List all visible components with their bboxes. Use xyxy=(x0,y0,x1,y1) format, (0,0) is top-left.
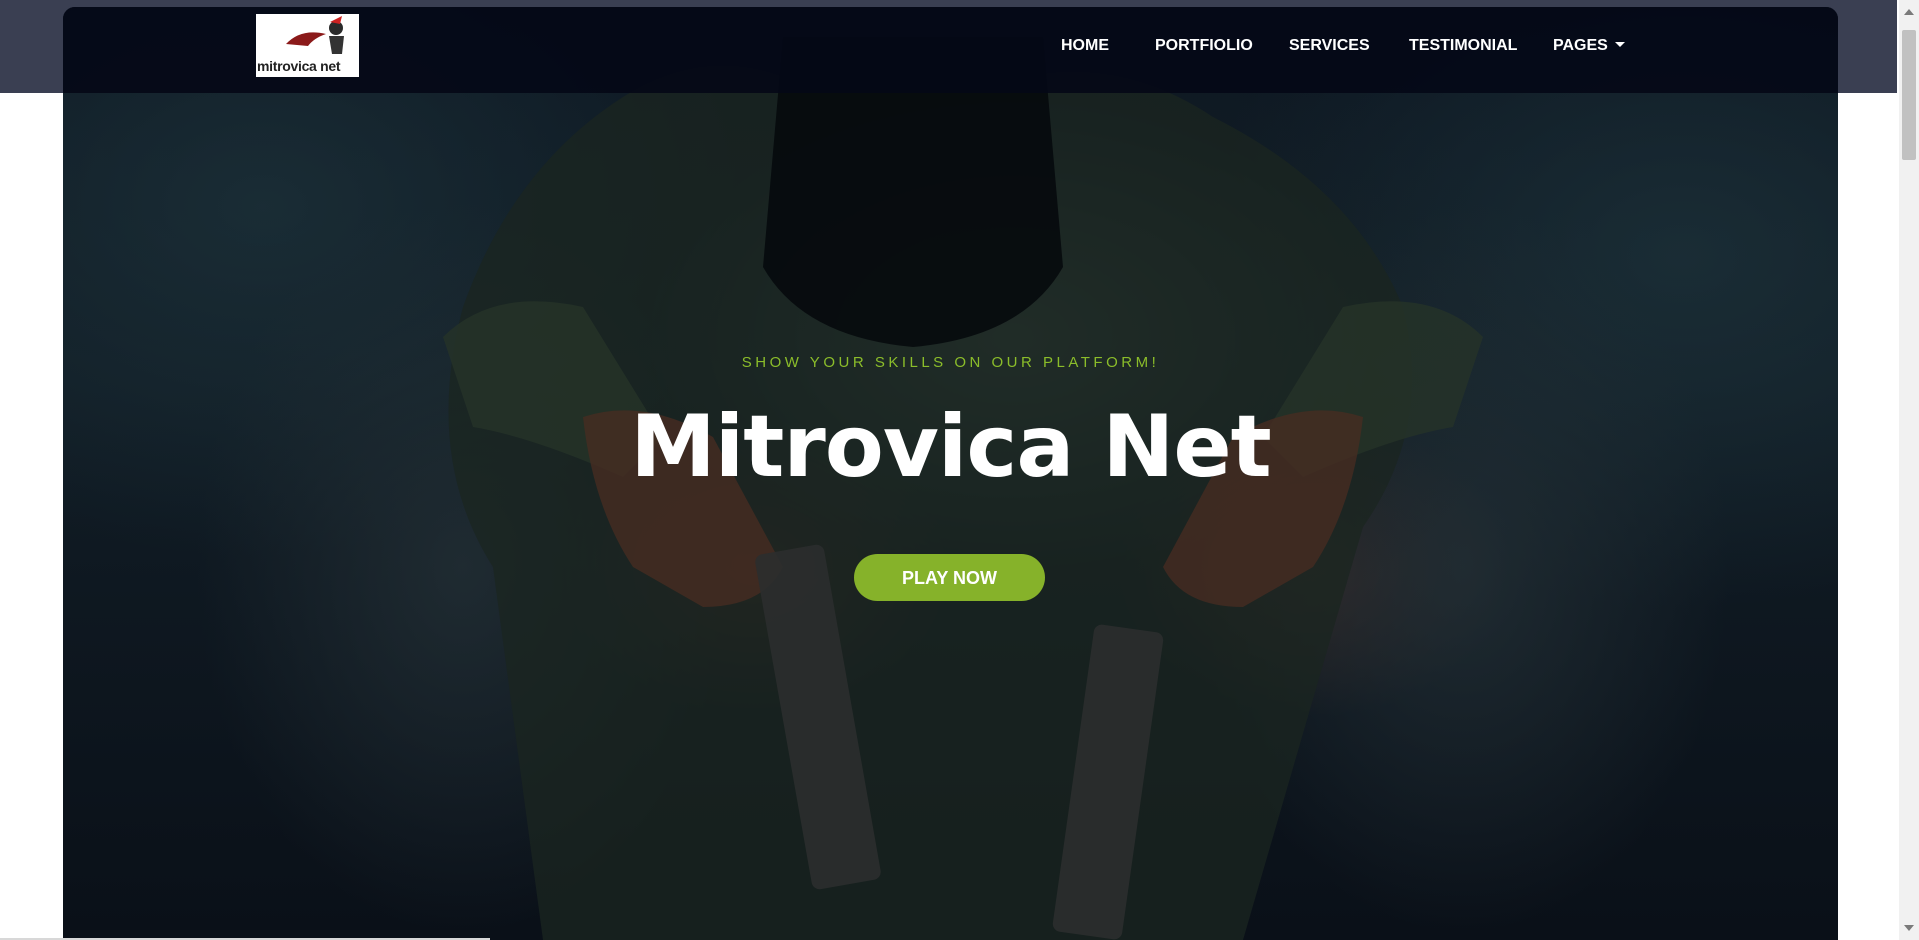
nav-item-home[interactable]: HOME xyxy=(1061,37,1109,55)
main-navbar: mitrovica net HOME PORTFIOLIO SERVICES T… xyxy=(63,7,1838,93)
caret-down-icon xyxy=(1614,42,1625,47)
hero-tagline: SHOW YOUR SKILLS ON OUR PLATFORM! xyxy=(741,354,1160,371)
hero-section: mitrovica net HOME PORTFIOLIO SERVICES T… xyxy=(63,7,1838,940)
nav-item-pages[interactable]: PAGES xyxy=(1553,37,1625,55)
scrollbar-thumb[interactable] xyxy=(1902,30,1916,160)
scroll-down-icon[interactable] xyxy=(1904,925,1914,931)
page-scrollbar[interactable] xyxy=(1899,0,1919,940)
nav-item-portfolio[interactable]: PORTFIOLIO xyxy=(1155,37,1253,55)
brand-logo[interactable]: mitrovica net xyxy=(256,14,359,77)
nav-item-pages-label: PAGES xyxy=(1553,37,1608,54)
scroll-up-icon[interactable] xyxy=(1904,9,1914,15)
logo-text: mitrovica net xyxy=(257,58,341,74)
nav-item-services[interactable]: SERVICES xyxy=(1289,37,1370,55)
play-now-button[interactable]: PLAY NOW xyxy=(854,554,1045,601)
nav-item-testimonial[interactable]: TESTIMONIAL xyxy=(1409,37,1517,55)
hero-title: Mitrovica Net xyxy=(630,397,1272,497)
